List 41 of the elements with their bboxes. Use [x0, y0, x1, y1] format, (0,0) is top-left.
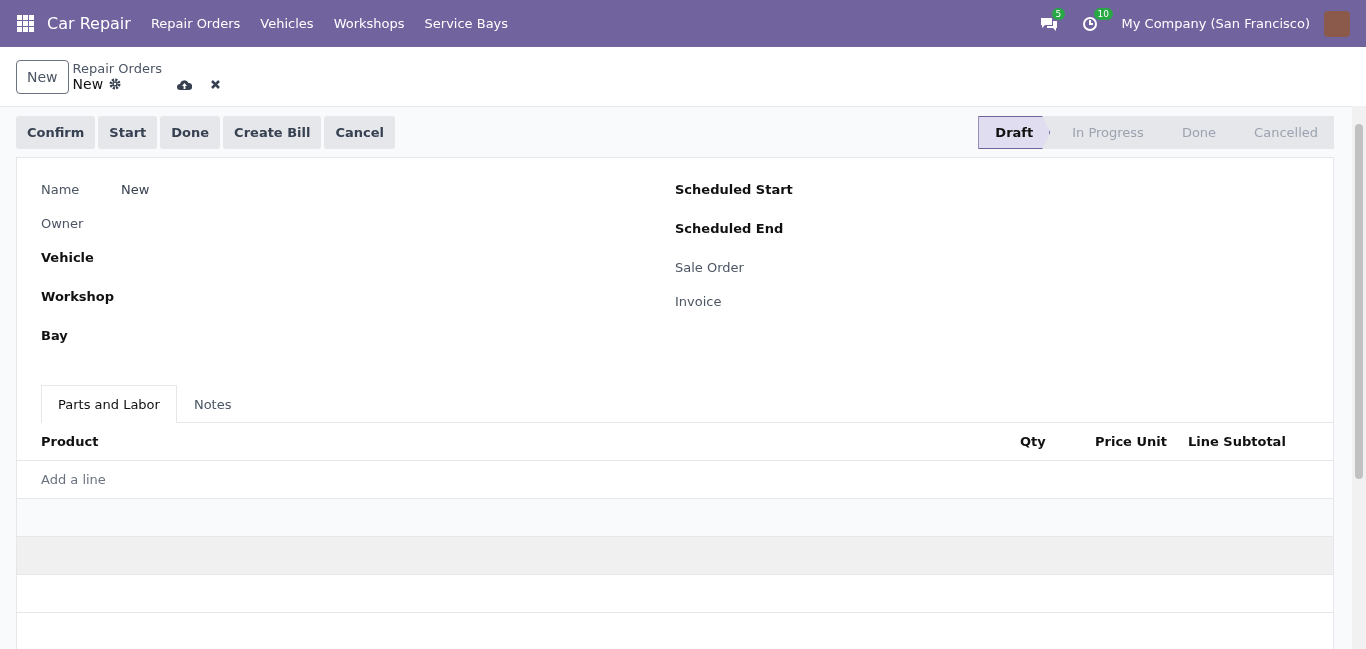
- column-header[interactable]: Product: [41, 434, 1020, 449]
- record-name: New: [72, 76, 104, 92]
- field-value[interactable]: New: [121, 182, 150, 197]
- action-button[interactable]: Done: [160, 116, 221, 149]
- nav-menu-item[interactable]: Vehicles: [260, 16, 314, 31]
- action-button[interactable]: Cancel: [324, 116, 396, 149]
- clock-icon[interactable]: [1081, 15, 1098, 32]
- breadcrumb-link[interactable]: Repair Orders: [72, 61, 222, 76]
- field-label: Scheduled Start: [675, 182, 793, 197]
- new-button[interactable]: New: [16, 59, 69, 94]
- field-label: Vehicle: [41, 250, 94, 265]
- scrollbar[interactable]: [1352, 106, 1366, 649]
- field-label: Bay: [41, 328, 68, 343]
- message-count-badge: 5: [1051, 7, 1066, 20]
- gear-icon[interactable]: [109, 78, 122, 90]
- column-header[interactable]: Qty: [1020, 434, 1095, 449]
- notebook-tab[interactable]: Parts and Labor: [41, 385, 177, 423]
- notebook-tab[interactable]: Notes: [176, 385, 249, 423]
- column-header[interactable]: Price Unit: [1095, 434, 1188, 449]
- action-button[interactable]: Create Bill: [223, 116, 322, 149]
- nav-menu-item[interactable]: Repair Orders: [150, 16, 241, 31]
- company-switcher[interactable]: My Company (San Francisco): [1121, 16, 1310, 31]
- action-button[interactable]: Confirm: [16, 116, 96, 149]
- apps-grid-icon[interactable]: [17, 14, 35, 33]
- cloud-upload-icon[interactable]: [177, 78, 193, 90]
- add-line-link[interactable]: Add a line: [41, 472, 106, 487]
- status-stage[interactable]: Draft: [978, 116, 1051, 149]
- field-label: Workshop: [41, 289, 115, 304]
- field-label: Scheduled End: [675, 221, 784, 236]
- nav-menu-item[interactable]: Service Bays: [424, 16, 509, 31]
- chat-icon[interactable]: [1039, 15, 1058, 32]
- app-name[interactable]: Car Repair: [47, 14, 131, 33]
- activity-count-badge: 10: [1093, 7, 1113, 20]
- discard-x-icon[interactable]: [210, 78, 222, 90]
- nav-menu-item[interactable]: Workshops: [333, 16, 405, 31]
- field-label: Sale Order: [675, 260, 744, 275]
- column-header[interactable]: Line Subtotal: [1188, 434, 1288, 449]
- action-button[interactable]: Start: [98, 116, 158, 149]
- field-label: Owner: [41, 216, 85, 231]
- field-label: Name: [41, 182, 81, 197]
- field-label: Invoice: [675, 294, 722, 309]
